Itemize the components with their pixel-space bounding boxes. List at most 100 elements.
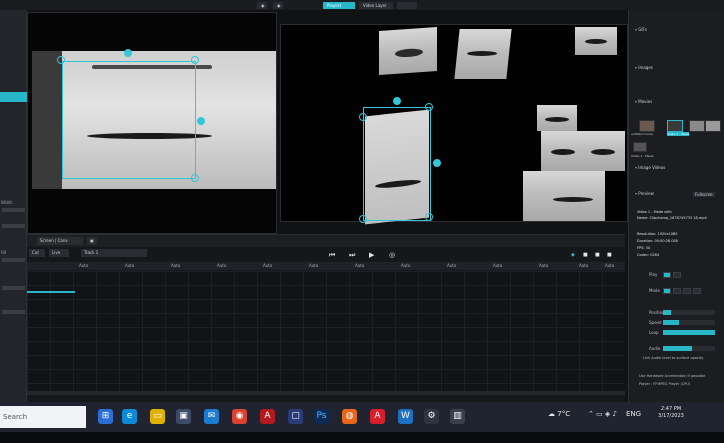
speed-label: Speed — [649, 320, 662, 325]
hair-shadow — [32, 51, 62, 189]
resize-handle[interactable] — [359, 113, 367, 121]
resize-handle[interactable] — [359, 215, 367, 223]
windows-start-icon[interactable]: ⊞ — [98, 409, 113, 424]
photoshop-icon[interactable]: Ps — [314, 409, 329, 424]
left-slider[interactable] — [2, 258, 25, 262]
side-handle[interactable] — [433, 159, 441, 167]
speed-slider[interactable] — [663, 320, 715, 325]
prev-icon[interactable]: ⏮ — [329, 249, 335, 261]
rotate-handle[interactable] — [393, 97, 401, 105]
tab-playlist[interactable]: Playlist — [323, 2, 355, 9]
position-slider[interactable] — [663, 310, 715, 315]
mail-icon[interactable]: ✉ — [204, 409, 219, 424]
taskbar-search[interactable]: Search — [0, 406, 86, 428]
chrome-icon[interactable]: ◉ — [232, 409, 247, 424]
selection-box[interactable] — [62, 61, 196, 179]
settings-gear-icon[interactable]: ⚙ — [424, 409, 439, 424]
word-icon[interactable]: W — [398, 409, 413, 424]
screen-canvas-toggle[interactable]: Screen | Canv — [37, 237, 83, 245]
live-button[interactable]: Live — [49, 249, 69, 257]
next-icon[interactable]: ⏭ — [349, 249, 355, 261]
audio-slider[interactable] — [663, 346, 715, 351]
left-panel-selection[interactable] — [0, 92, 27, 102]
prop-name: Name: Clipchamp_1678745733 18.mp4 — [637, 216, 707, 220]
section-movies[interactable]: Movies — [629, 98, 724, 106]
mode-button[interactable] — [693, 288, 701, 294]
loop-slider[interactable] — [663, 330, 715, 335]
tray-icons[interactable]: ⌃ ▭ ◈ ♪ — [588, 410, 617, 418]
edge-icon[interactable]: e — [122, 409, 137, 424]
left-slider[interactable] — [2, 286, 25, 290]
play-label: Play — [649, 272, 658, 277]
play-toggle[interactable] — [663, 272, 671, 278]
pause-toggle[interactable] — [673, 272, 681, 278]
resize-handle[interactable] — [425, 213, 433, 221]
audio-label: Audio — [649, 346, 661, 351]
loop-icon[interactable]: ◎ — [389, 249, 395, 261]
playhead-bar[interactable] — [27, 291, 75, 293]
track-select[interactable]: Track 1 — [81, 249, 147, 257]
store-icon[interactable]: ▣ — [176, 409, 191, 424]
resize-handle[interactable] — [57, 56, 65, 64]
left-slider[interactable] — [2, 208, 25, 212]
play-icon[interactable]: ▶ — [369, 249, 374, 261]
weather-indicator[interactable]: ☁ 7°C — [548, 410, 570, 418]
section-images[interactable]: Images — [629, 64, 724, 72]
timeline-grid[interactable] — [27, 271, 625, 395]
file-explorer-icon[interactable]: ▭ — [150, 409, 165, 424]
mode-button[interactable] — [663, 288, 671, 294]
timeline-button[interactable]: ▣ — [87, 237, 97, 245]
timeline-tool-icon[interactable]: ■ — [583, 249, 588, 261]
tab-video-layer[interactable]: Video Layer — [359, 2, 393, 9]
track-label: Auto — [401, 263, 411, 268]
output-preview-pane[interactable] — [280, 24, 628, 225]
pdf-icon[interactable]: A — [260, 409, 275, 424]
movie-thumbnail[interactable] — [633, 142, 647, 152]
timeline-mode-icon[interactable]: ◆ — [571, 249, 575, 261]
toolbar-icon[interactable]: ◉ — [273, 2, 283, 9]
mode-label: Mode — [649, 288, 660, 293]
eye-cube-2 — [454, 29, 512, 79]
hw-accel-checkbox[interactable]: Use Hardware Acceleration if possible — [639, 374, 705, 378]
rotate-handle[interactable] — [124, 49, 132, 57]
movie-thumbnail[interactable] — [639, 120, 655, 132]
track-label: Auto — [309, 263, 319, 268]
resolume-icon[interactable]: ▥ — [450, 409, 465, 424]
player-select[interactable]: Player : FFMPEG Player (CPU) — [639, 382, 690, 386]
clock-time: 2:47 PM — [660, 406, 682, 412]
timeline-tool-icon[interactable]: ■ — [595, 249, 600, 261]
clock[interactable]: 2:47 PM 3/17/2023 — [658, 406, 684, 420]
speed-fill — [663, 320, 679, 325]
language-indicator[interactable]: ENG — [626, 410, 641, 418]
side-handle[interactable] — [197, 117, 205, 125]
mode-button[interactable] — [683, 288, 691, 294]
movie-thumbnail[interactable] — [689, 120, 705, 132]
acrobat-icon[interactable]: A — [370, 409, 385, 424]
resize-handle[interactable] — [191, 56, 199, 64]
left-slider[interactable] — [2, 310, 25, 314]
output-selection-box[interactable] — [363, 107, 431, 221]
toolbar-icon[interactable]: ◉ — [257, 2, 267, 9]
track-header: Auto Auto Auto Auto Auto Auto Auto Auto … — [27, 262, 625, 270]
fullscreen-button[interactable]: Fullscree — [693, 192, 715, 197]
movie-thumbnail[interactable] — [705, 120, 721, 132]
tab-extra[interactable] — [397, 2, 417, 9]
timeline-scrollbar[interactable] — [27, 391, 625, 395]
resize-handle[interactable] — [425, 103, 433, 111]
firefox-icon[interactable]: ◍ — [342, 409, 357, 424]
link-audio-checkbox[interactable]: Link Audio level to surface opacity — [643, 356, 703, 360]
movie-thumbnail[interactable] — [667, 120, 683, 132]
mode-button[interactable] — [673, 288, 681, 294]
eye — [545, 117, 569, 122]
eye-cube-3 — [575, 27, 617, 55]
left-slider[interactable] — [2, 224, 25, 228]
timeline-tool-icon[interactable]: ■ — [607, 249, 612, 261]
resize-handle[interactable] — [191, 174, 199, 182]
monitor-bezel-bottom — [0, 432, 724, 443]
app-icon[interactable]: ▢ — [288, 409, 303, 424]
layer-preview-pane[interactable] — [27, 12, 277, 234]
cut-button[interactable]: Cut — [29, 249, 45, 257]
section-gifs[interactable]: GIFs — [629, 26, 724, 34]
section-image-videos[interactable]: Image Videos — [629, 164, 724, 172]
left-panel: Width Fill — [0, 10, 27, 402]
